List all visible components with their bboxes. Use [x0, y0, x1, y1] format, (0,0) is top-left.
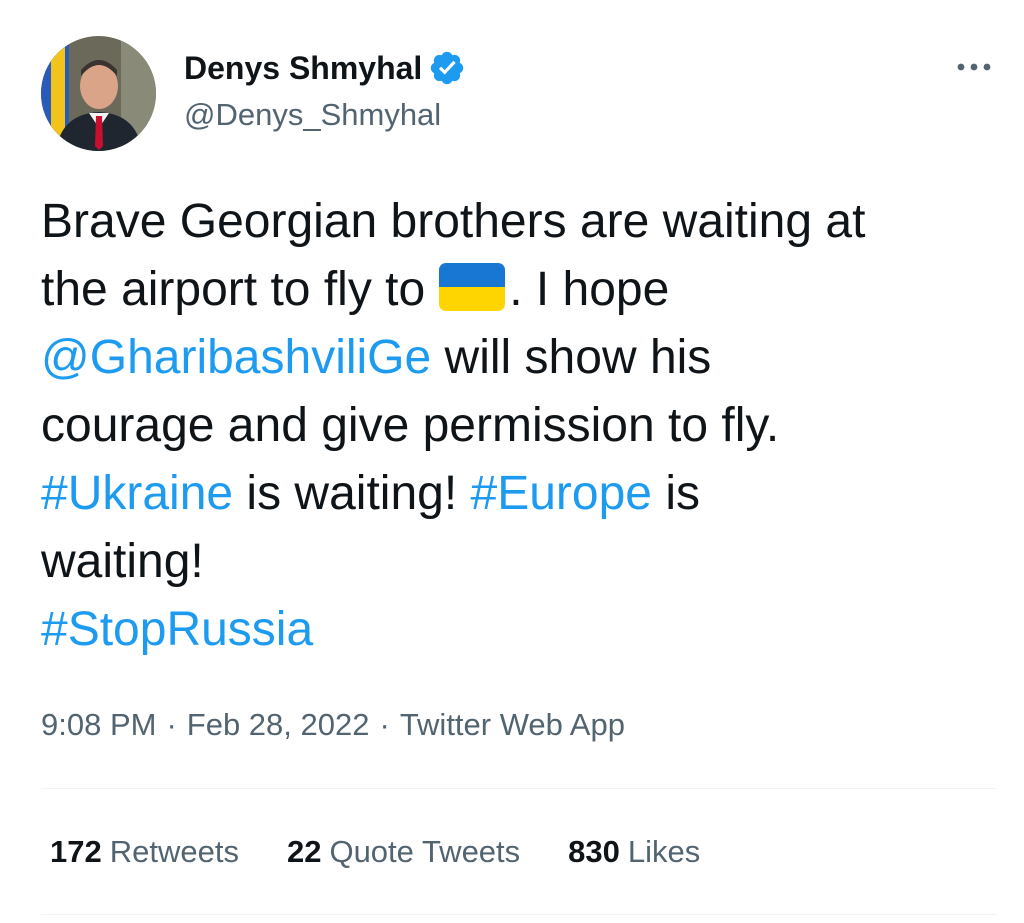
author-name[interactable]: Denys Shmyhal [184, 48, 466, 88]
divider [41, 914, 996, 915]
tweet-text-segment: is [652, 467, 700, 520]
tweet-text-segment: Brave Georgian brothers are waiting at [41, 195, 866, 248]
tweet-stats: 172 Retweets 22 Quote Tweets 830 Likes [50, 830, 748, 874]
ukraine-flag-emoji [439, 263, 506, 311]
verified-badge-icon [428, 49, 466, 87]
tweet-line: Brave Georgian brothers are waiting at [41, 188, 1016, 256]
tweet-text-segment: will show his [431, 331, 712, 384]
tweet-date-link[interactable]: Feb 28, 2022 [187, 707, 370, 742]
hashtag-ukraine-link[interactable]: #Ukraine [41, 467, 233, 520]
tweet-line: waiting! [41, 528, 1016, 596]
tweet-text-segment: waiting! [41, 535, 204, 588]
meta-separator: · [379, 707, 390, 742]
tweet-text: Brave Georgian brothers are waiting at t… [41, 188, 1016, 664]
tweet-metadata: 9:08 PM · Feb 28, 2022 · Twitter Web App [41, 703, 625, 747]
tweet-text-segment: is waiting! [233, 467, 471, 520]
retweets-stat-link[interactable]: 172 Retweets [50, 830, 239, 874]
tweet-line: courage and give permission to fly. [41, 392, 1016, 460]
hashtag-europe-link[interactable]: #Europe [471, 467, 652, 520]
tweet-source-link[interactable]: Twitter Web App [400, 707, 625, 742]
retweets-count: 172 [50, 834, 102, 869]
quote-tweets-count: 22 [286, 834, 322, 869]
quote-tweets-stat-link[interactable]: 22 Quote Tweets [287, 830, 520, 874]
tweet-line: #Ukraine is waiting! #Europe is [41, 460, 1016, 528]
author-handle[interactable]: @Denys_Shmyhal [184, 95, 441, 135]
tweet-text-segment: courage and give permission to fly. [41, 399, 780, 452]
tweet-line: the airport to fly to . I hope [41, 256, 1016, 324]
likes-stat-link[interactable]: 830 Likes [568, 830, 700, 874]
likes-count: 830 [568, 834, 620, 869]
likes-label: Likes [627, 834, 701, 869]
hashtag-stoprussia-link[interactable]: #StopRussia [41, 603, 313, 656]
author-display-name[interactable]: Denys Shmyhal [184, 48, 422, 88]
divider [41, 788, 996, 789]
meta-separator: · [166, 707, 177, 742]
profile-photo [41, 36, 156, 151]
tweet-text-segment: the airport to fly to [41, 263, 426, 316]
tweet-line: @GharibashviliGe will show his [41, 324, 1016, 392]
quote-tweets-label: Quote Tweets [329, 834, 521, 869]
tweet-line: #StopRussia [41, 596, 1016, 664]
tweet-text-segment: . I hope [509, 263, 670, 316]
tweet-time-link[interactable]: 9:08 PM [41, 707, 156, 742]
mention-link[interactable]: @GharibashviliGe [41, 331, 431, 384]
retweets-label: Retweets [109, 834, 239, 869]
avatar[interactable] [41, 36, 156, 151]
more-horizontal-icon [957, 63, 991, 71]
more-options-button[interactable] [952, 50, 996, 84]
